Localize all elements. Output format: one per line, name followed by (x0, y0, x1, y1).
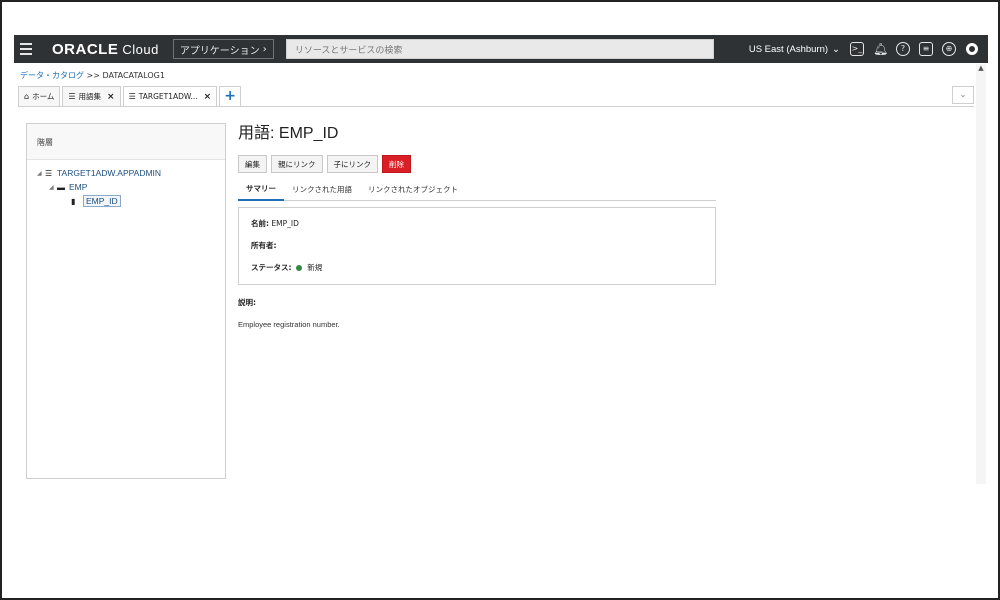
document-icon: ▮ (71, 196, 76, 206)
owner-row: 所有者: (251, 241, 277, 250)
summary-box: 名前: EMP_ID 所有者: ステータス: 新規 (238, 207, 716, 285)
home-icon: ⌂ (24, 92, 30, 101)
notification-bell-icon[interactable]: 🔔︎ (873, 42, 888, 56)
breadcrumb-current: DATACATALOG1 (102, 71, 165, 80)
vertical-scrollbar[interactable]: ▲ (976, 64, 986, 484)
hierarchy-tree: ◢ ☰ TARGET1ADW.APPADMIN ◢ ▬ EMP ▮ EMP_ID (27, 160, 225, 208)
tab-linked-terms[interactable]: リンクされた用語 (284, 179, 360, 201)
status-row: ステータス: 新規 (251, 263, 323, 272)
expand-toggle-icon[interactable]: ◢ (49, 184, 57, 191)
detail-tabs: サマリー リンクされた用語 リンクされたオブジェクト (238, 179, 716, 201)
tab-linked-objects[interactable]: リンクされたオブジェクト (360, 179, 466, 201)
region-selector[interactable]: US East (Ashburn) ⌄ (749, 44, 840, 55)
close-icon[interactable]: × (204, 92, 212, 102)
status-value: 新規 (307, 263, 323, 272)
tab-bar: ⌂ ホーム ☰ 用語集 × ☰ TARGET1ADW... × + ⌄ (18, 86, 974, 107)
top-navigation-bar: ORACLE Cloud アプリケーション › リソースとサービスの検索 US E… (14, 35, 988, 63)
action-buttons: 編集 親にリンク 子にリンク 削除 (238, 155, 718, 173)
glossary-icon: ☰ (68, 92, 76, 101)
tab-summary[interactable]: サマリー (238, 179, 284, 201)
name-row: 名前: EMP_ID (251, 219, 299, 228)
link-to-parent-button[interactable]: 親にリンク (271, 155, 323, 173)
search-input[interactable]: リソースとサービスの検索 (285, 39, 714, 59)
breadcrumb-data-catalog[interactable]: データ・カタログ (20, 71, 84, 80)
name-value: EMP_ID (271, 219, 299, 228)
tree-node-term[interactable]: ▮ EMP_ID (27, 194, 225, 208)
tab-glossary[interactable]: ☰ 用語集 × (62, 86, 121, 106)
oracle-cloud-logo[interactable]: ORACLE Cloud (52, 41, 159, 58)
menu-icon[interactable] (20, 43, 42, 55)
hierarchy-title: 階層 (27, 124, 225, 160)
breadcrumb: データ・カタログ >> DATACATALOG1 (20, 71, 165, 80)
cloud-shell-icon[interactable]: >_ (850, 42, 864, 56)
hierarchy-panel: 階層 ◢ ☰ TARGET1ADW.APPADMIN ◢ ▬ EMP ▮ EMP… (26, 123, 226, 479)
tab-target1adw[interactable]: ☰ TARGET1ADW... × (122, 86, 218, 106)
tab-home[interactable]: ⌂ ホーム (18, 86, 61, 106)
tab-menu-chevron-down-icon[interactable]: ⌄ (952, 86, 974, 104)
help-icon[interactable]: ? (896, 42, 910, 56)
link-to-child-button[interactable]: 子にリンク (326, 155, 378, 173)
tree-node-category[interactable]: ◢ ▬ EMP (27, 180, 225, 194)
user-profile-icon[interactable] (965, 42, 979, 56)
page-title: 用語: EMP_ID (238, 125, 339, 142)
tree-node-glossary[interactable]: ◢ ☰ TARGET1ADW.APPADMIN (27, 166, 225, 180)
applications-button[interactable]: アプリケーション › (172, 39, 274, 59)
expand-toggle-icon[interactable]: ◢ (37, 170, 45, 177)
description-text: Employee registration number. (238, 320, 340, 329)
folder-icon: ▬ (57, 182, 65, 192)
close-icon[interactable]: × (107, 92, 115, 102)
glossary-icon: ☰ (128, 92, 136, 101)
chevron-down-icon: ⌄ (832, 43, 840, 55)
add-tab-button[interactable]: + (219, 86, 242, 106)
feedback-icon[interactable]: ≡ (919, 42, 933, 56)
window-frame: ORACLE Cloud アプリケーション › リソースとサービスの検索 US E… (0, 0, 1000, 600)
language-globe-icon[interactable]: ⊕ (942, 42, 956, 56)
glossary-icon: ☰ (45, 168, 53, 178)
chevron-right-icon: › (259, 43, 267, 55)
status-dot-icon (295, 265, 302, 271)
scroll-up-icon[interactable]: ▲ (976, 64, 986, 72)
description-label: 説明: (238, 298, 256, 307)
term-details: 用語: EMP_ID 編集 親にリンク 子にリンク 削除 サマリー リンクされた… (238, 119, 718, 329)
delete-button[interactable]: 削除 (382, 155, 411, 173)
edit-button[interactable]: 編集 (238, 155, 267, 173)
